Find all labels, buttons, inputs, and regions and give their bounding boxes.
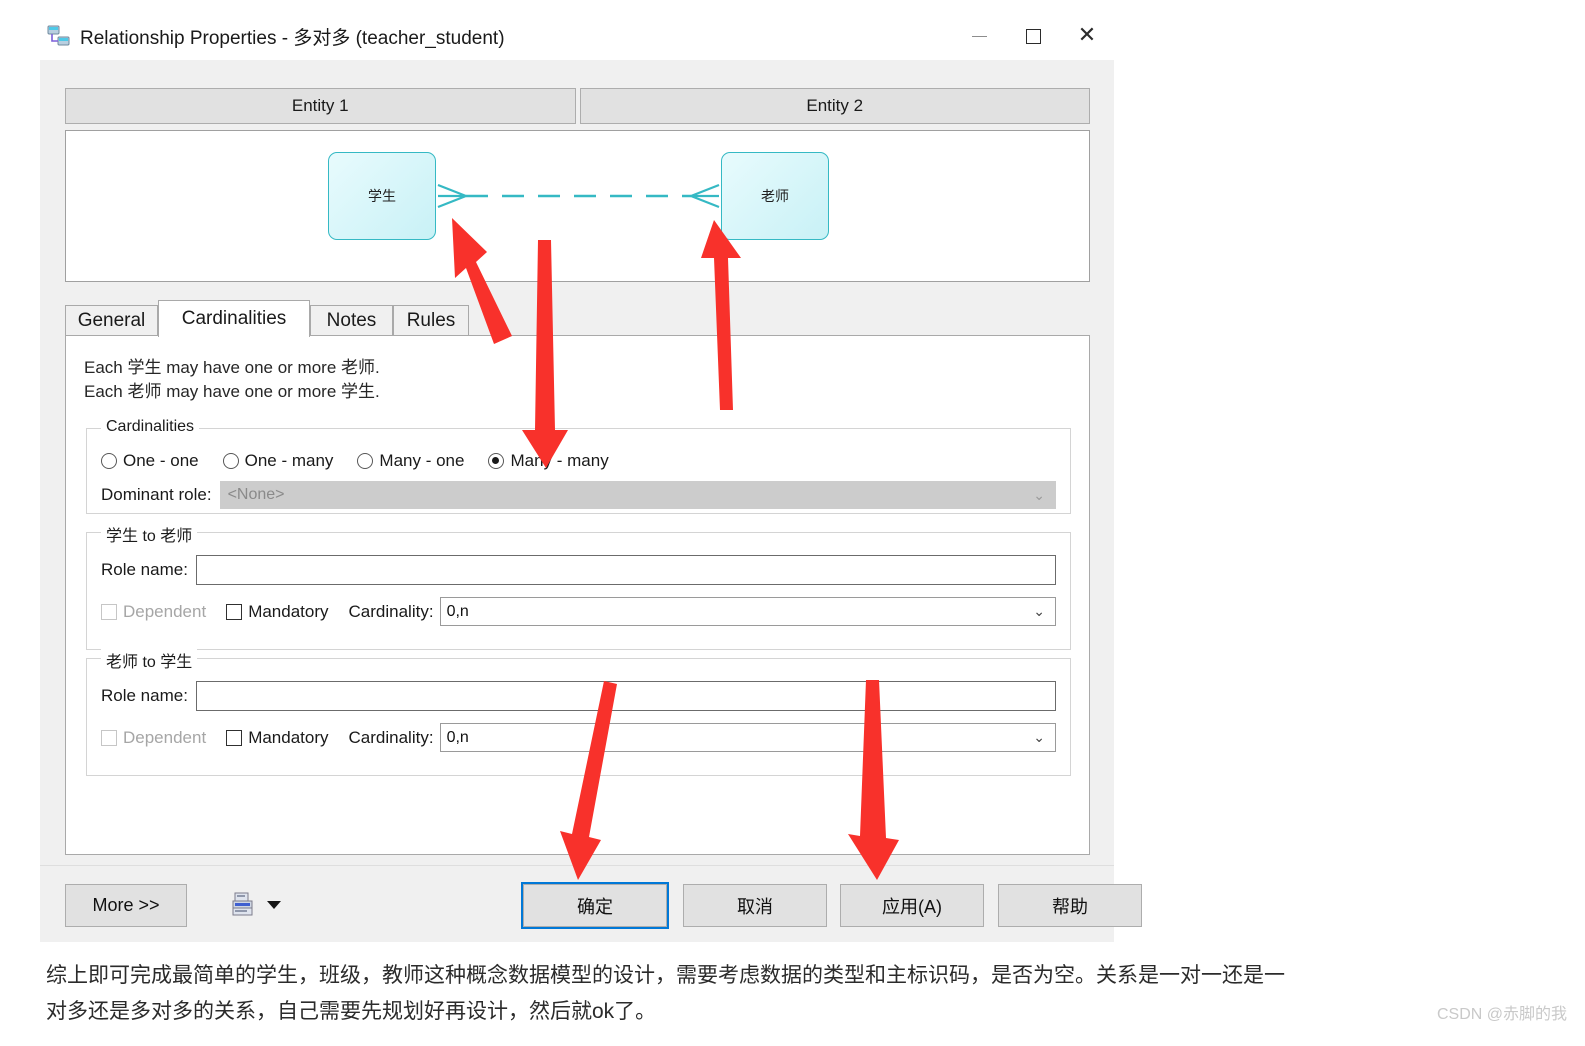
student-to-teacher-title: 学生 to 老师 [101, 522, 198, 546]
dialog-button-bar: More >> 确定 取消 应用(A) 帮助 [40, 865, 1142, 943]
radio-label: One - one [123, 451, 199, 470]
ok-button[interactable]: 确定 [521, 882, 669, 929]
apply-button[interactable]: 应用(A) [840, 884, 984, 927]
teacher-to-student-title: 老师 to 学生 [101, 648, 198, 672]
close-button[interactable]: ✕ [1060, 12, 1114, 60]
checkbox-icon [226, 603, 243, 620]
minimize-button[interactable] [952, 12, 1006, 60]
chevron-down-icon: ⌄ [1033, 603, 1045, 619]
radio-one-one[interactable]: One - one [101, 451, 199, 471]
role-name-label: Role name: [101, 560, 188, 579]
csdn-watermark: CSDN @赤脚的我 [1436, 1006, 1567, 1023]
tab-notes[interactable]: Notes [310, 305, 393, 336]
chevron-down-icon: ⌄ [1033, 729, 1045, 745]
teacher-mandatory-checkbox[interactable]: Mandatory [226, 727, 329, 748]
caption-text: 综上即可完成最简单的学生，班级，教师这种概念数据模型的设计，需要考虑数据的类型和… [46, 958, 1476, 1030]
cancel-button[interactable]: 取消 [683, 884, 827, 927]
student-mandatory-checkbox[interactable]: Mandatory [226, 601, 329, 622]
radio-mark-icon [101, 453, 117, 469]
student-cardinality-combobox[interactable]: 0,n ⌄ [439, 597, 1056, 626]
relationship-diagram: 学生 老师 [65, 130, 1090, 282]
tab-strip: General Cardinalities Notes Rules [65, 300, 1090, 337]
radio-many-one[interactable]: Many - one [357, 451, 464, 471]
description-line-2: Each 老师 may have one or more 学生. [84, 382, 380, 402]
teacher-role-name-input[interactable] [195, 681, 1056, 711]
cardinality-radio-group: One - one One - many Many - one Many - m… [101, 451, 633, 471]
entity-header-bar: Entity 1 Entity 2 [65, 88, 1090, 124]
printer-icon[interactable] [232, 892, 256, 918]
radio-mark-icon [488, 453, 505, 469]
checkbox-icon [226, 729, 243, 746]
tab-general[interactable]: General [65, 305, 158, 336]
chevron-down-icon: ⌄ [1033, 486, 1045, 503]
window-controls: ✕ [952, 12, 1114, 60]
radio-label: Many - many [510, 451, 609, 470]
checkbox-label: Dependent [123, 601, 207, 621]
maximize-button[interactable] [1006, 12, 1060, 60]
maximize-icon [1025, 28, 1041, 44]
chevron-down-icon[interactable] [267, 901, 281, 909]
student-to-teacher-group: 学生 to 老师 Role name: Dependent Mandatory … [86, 522, 1071, 650]
student-options-row: Dependent Mandatory Cardinality: 0,n ⌄ [101, 597, 1056, 626]
radio-label: Many - one [379, 451, 465, 470]
relationship-icon [46, 23, 72, 49]
tab-cardinalities[interactable]: Cardinalities [158, 300, 310, 337]
caption-line-1: 综上即可完成最简单的学生，班级，教师这种概念数据模型的设计，需要考虑数据的类型和… [46, 964, 1285, 987]
student-role-name-input[interactable] [195, 555, 1056, 585]
caption-line-2: 对多还是多对多的关系，自己需要先规划好再设计，然后就ok了。 [46, 1000, 657, 1024]
teacher-role-name-row: Role name: [101, 681, 1056, 711]
student-dependent-checkbox: Dependent [101, 602, 206, 622]
checkbox-label: Dependent [123, 727, 207, 747]
cardinalities-group: Cardinalities One - one One - many Many … [86, 418, 1071, 514]
more-button[interactable]: More >> [65, 884, 187, 927]
radio-one-many[interactable]: One - many [222, 451, 334, 471]
radio-label: One - many [244, 451, 334, 470]
radio-mark-icon [222, 453, 239, 469]
teacher-cardinality-value: 0,n [446, 728, 469, 746]
dominant-role-value: <None> [227, 486, 285, 503]
teacher-cardinality-label: Cardinality: [348, 727, 434, 747]
close-icon: ✕ [1077, 23, 1097, 48]
teacher-cardinality-combobox[interactable]: 0,n ⌄ [439, 723, 1056, 752]
student-role-name-row: Role name: [101, 555, 1056, 585]
student-cardinality-label: Cardinality: [348, 601, 434, 621]
relationship-description: Each 学生 may have one or more 老师. Each 老师… [84, 356, 380, 404]
dominant-role-label: Dominant role: [101, 485, 212, 504]
relationship-properties-dialog: Relationship Properties - 多对多 (teacher_s… [40, 12, 1142, 943]
checkbox-label: Mandatory [248, 727, 329, 747]
radio-many-many[interactable]: Many - many [488, 451, 609, 471]
cardinalities-panel: Each 学生 may have one or more 老师. Each 老师… [65, 335, 1090, 855]
role-name-label: Role name: [101, 686, 188, 705]
connector-line [437, 183, 720, 209]
radio-mark-icon [357, 453, 374, 469]
checkbox-label: Mandatory [248, 601, 329, 621]
dialog-body: Entity 1 Entity 2 学生 老师 General Cardinal… [40, 60, 1142, 943]
window-title: Relationship Properties - 多对多 (teacher_s… [80, 27, 505, 49]
checkbox-icon [101, 729, 117, 746]
help-button[interactable]: 帮助 [998, 884, 1142, 927]
description-line-1: Each 学生 may have one or more 老师. [84, 358, 380, 377]
entity-1-button[interactable]: Entity 1 [65, 88, 576, 124]
teacher-options-row: Dependent Mandatory Cardinality: 0,n ⌄ [101, 723, 1056, 752]
minimize-icon [971, 35, 987, 37]
dominant-role-row: Dominant role: <None> ⌄ [101, 481, 1056, 509]
entity-2-button[interactable]: Entity 2 [579, 88, 1090, 124]
student-cardinality-value: 0,n [446, 602, 469, 620]
dominant-role-combobox: <None> ⌄ [219, 481, 1056, 509]
cardinalities-group-title: Cardinalities [101, 418, 200, 436]
teacher-to-student-group: 老师 to 学生 Role name: Dependent Mandatory … [86, 648, 1071, 776]
teacher-dependent-checkbox: Dependent [101, 728, 206, 748]
tab-rules[interactable]: Rules [393, 305, 469, 336]
print-control-group[interactable] [232, 892, 281, 918]
title-bar: Relationship Properties - 多对多 (teacher_s… [40, 12, 1114, 60]
checkbox-icon [101, 603, 117, 620]
